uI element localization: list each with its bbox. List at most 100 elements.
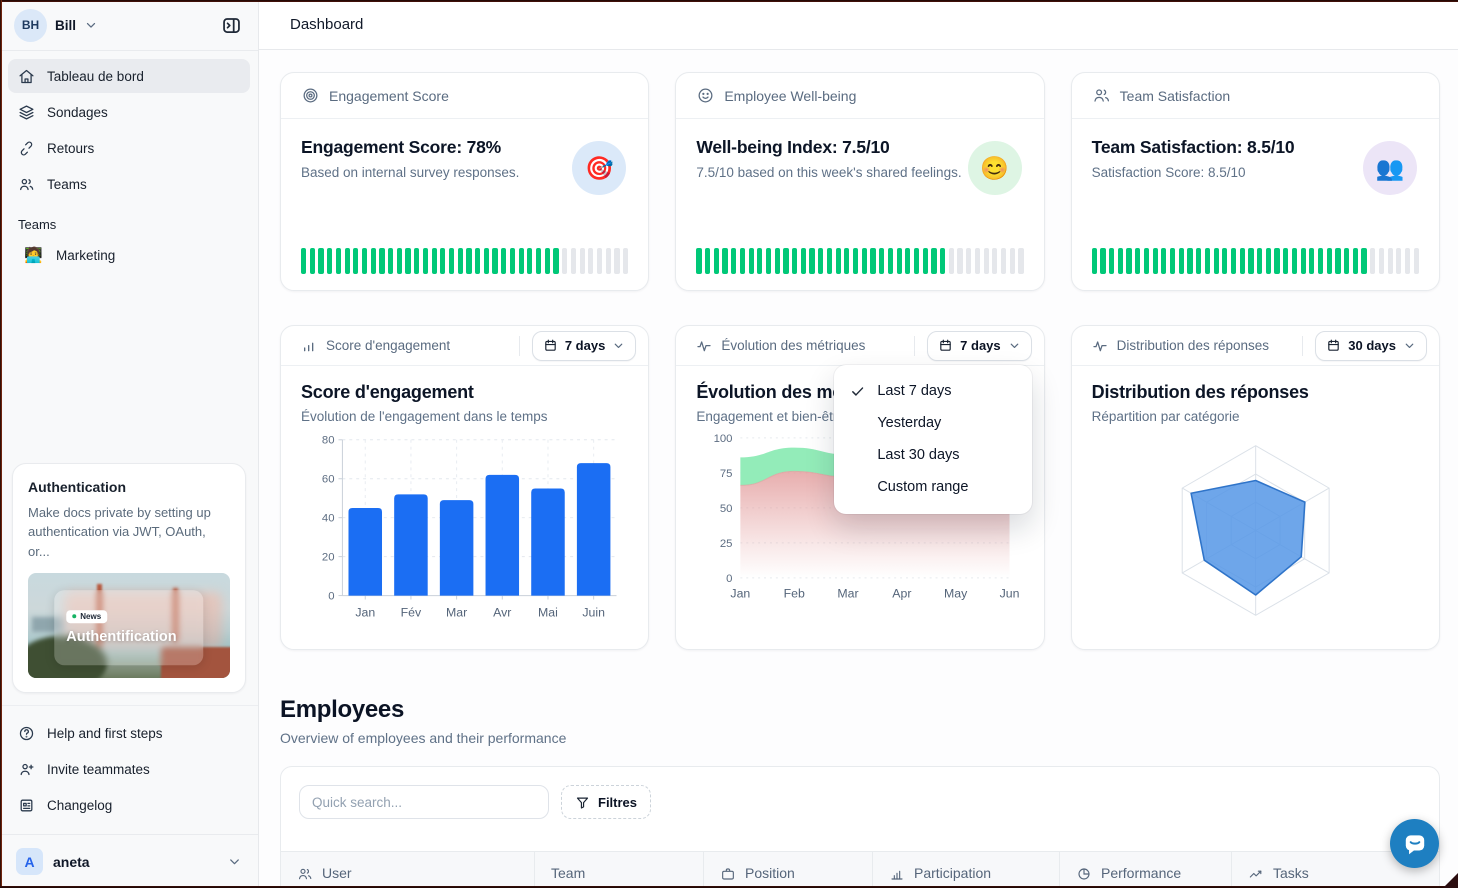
menu-item-last-7-days[interactable]: Last 7 days — [834, 375, 1032, 407]
progress-segment — [580, 248, 585, 274]
column-header-team[interactable]: Team — [534, 852, 703, 888]
news-badge: News — [66, 610, 107, 623]
progress-segment — [449, 248, 454, 274]
svg-text:May: May — [944, 587, 968, 601]
team-satisfaction-card: Team Satisfaction Team Satisfaction: 8.5… — [1071, 72, 1440, 291]
sidebar-item-feedback[interactable]: Retours — [8, 131, 250, 165]
promo-description: Make docs private by setting up authenti… — [28, 503, 230, 562]
progress-segment — [1257, 248, 1262, 274]
sidebar-item-dashboard[interactable]: Tableau de bord — [8, 59, 250, 93]
workspace-avatar[interactable]: BH — [14, 9, 47, 42]
card-header-label: Team Satisfaction — [1120, 88, 1231, 104]
svg-text:60: 60 — [322, 474, 335, 486]
date-range-button[interactable]: 30 days — [1315, 331, 1427, 361]
date-range-button[interactable]: 7 days — [532, 331, 636, 361]
progress-segment — [1361, 248, 1366, 274]
progress-segment — [492, 248, 497, 274]
menu-item-custom-range[interactable]: Custom range — [834, 471, 1032, 503]
column-header-position[interactable]: Position — [703, 852, 872, 888]
date-range-label: 7 days — [960, 338, 1000, 353]
progress-segment — [766, 248, 771, 274]
chat-bubble-icon — [1402, 831, 1428, 857]
column-header-participation[interactable]: Participation — [872, 852, 1059, 888]
menu-item-last-30-days[interactable]: Last 30 days — [834, 439, 1032, 471]
activity-icon — [1092, 338, 1108, 354]
funnel-icon — [575, 795, 590, 810]
charts-row: Score d'engagement 7 days Score — [280, 325, 1440, 650]
progress-segment — [310, 248, 315, 274]
progress-segment — [501, 248, 506, 274]
bar-chart-icon — [301, 338, 317, 354]
chart-title: Distribution des réponses — [1092, 382, 1419, 403]
account-switcher[interactable]: A aneta — [0, 834, 258, 888]
chevron-down-icon — [1008, 339, 1021, 352]
wellbeing-card: Employee Well-being Well-being Index: 7.… — [675, 72, 1044, 291]
progress-segment — [1092, 248, 1097, 274]
user-plus-icon — [18, 761, 35, 778]
divider — [914, 336, 915, 356]
sidebar-item-surveys[interactable]: Sondages — [8, 95, 250, 129]
progress-segment — [1010, 248, 1015, 274]
filters-button[interactable]: Filtres — [561, 785, 651, 819]
bar-chart: 020406080JanFévMarAvrMaiJuin — [301, 428, 628, 634]
svg-text:0: 0 — [726, 573, 732, 585]
promo-card[interactable]: Authentication Make docs private by sett… — [12, 463, 246, 694]
progress-segment — [475, 248, 480, 274]
progress-segment — [757, 248, 762, 274]
progress-segment — [1018, 248, 1023, 274]
progress-segment — [705, 248, 710, 274]
card-header-label: Score d'engagement — [326, 338, 450, 353]
sidebar-item-label: Retours — [47, 141, 94, 156]
teams-section-label: Teams — [18, 217, 258, 232]
svg-text:Jan: Jan — [355, 605, 375, 619]
progress-segment — [957, 248, 962, 274]
date-range-button[interactable]: 7 days — [927, 331, 1031, 361]
svg-text:Apr: Apr — [893, 587, 912, 601]
progress-segment — [1309, 248, 1314, 274]
sidebar-collapse-button[interactable] — [219, 13, 244, 38]
progress-segment — [606, 248, 611, 274]
team-item-label: Marketing — [56, 248, 115, 263]
progress-segment — [1179, 248, 1184, 274]
divider — [1302, 336, 1303, 356]
sidebar-item-teams[interactable]: Teams — [8, 167, 250, 201]
employees-section: Employees Overview of employees and thei… — [280, 696, 1440, 888]
sidebar-item-changelog[interactable]: Changelog — [8, 788, 250, 822]
progress-segment — [1240, 248, 1245, 274]
screen-edge-left — [0, 0, 2, 888]
smile-icon — [696, 86, 715, 105]
column-header-performance[interactable]: Performance — [1059, 852, 1231, 888]
card-body: Team Satisfaction: 8.5/10 Satisfaction S… — [1072, 119, 1439, 290]
menu-item-yesterday[interactable]: Yesterday — [834, 407, 1032, 439]
pie-chart-icon — [1076, 866, 1092, 882]
progress-segment — [423, 248, 428, 274]
sidebar-item-invite[interactable]: Invite teammates — [8, 752, 250, 786]
engagement-score-card: Engagement Score Engagement Score: 78% B… — [280, 72, 649, 291]
calendar-icon — [1326, 338, 1341, 353]
progress-segment — [1292, 248, 1297, 274]
progress-segment — [588, 248, 593, 274]
workspace-switcher[interactable]: BH Bill — [14, 9, 98, 42]
svg-text:Mar: Mar — [838, 587, 859, 601]
technologist-emoji-icon: 🧑‍💻 — [24, 246, 42, 264]
quick-search-input[interactable] — [299, 785, 549, 819]
sidebar-item-label: Sondages — [47, 105, 108, 120]
progress-segment — [984, 248, 989, 274]
progress-segment — [1301, 248, 1306, 274]
progress-segment — [388, 248, 393, 274]
progress-segment — [809, 248, 814, 274]
column-header-user[interactable]: User — [281, 852, 534, 888]
section-subtitle: Overview of employees and their performa… — [280, 730, 1440, 746]
svg-text:Fév: Fév — [401, 605, 422, 619]
intercom-chat-button[interactable] — [1390, 819, 1439, 868]
progress-segment — [414, 248, 419, 274]
chart-title: Score d'engagement — [301, 382, 628, 403]
sidebar-item-help[interactable]: Help and first steps — [8, 716, 250, 750]
progress-segment — [466, 248, 471, 274]
sidebar-item-marketing[interactable]: 🧑‍💻 Marketing — [8, 238, 250, 272]
svg-text:Avr: Avr — [493, 605, 511, 619]
progress-segment — [870, 248, 875, 274]
promo-image: News Authentification — [28, 573, 230, 678]
progress-segment — [440, 248, 445, 274]
progress-segment — [1205, 248, 1210, 274]
